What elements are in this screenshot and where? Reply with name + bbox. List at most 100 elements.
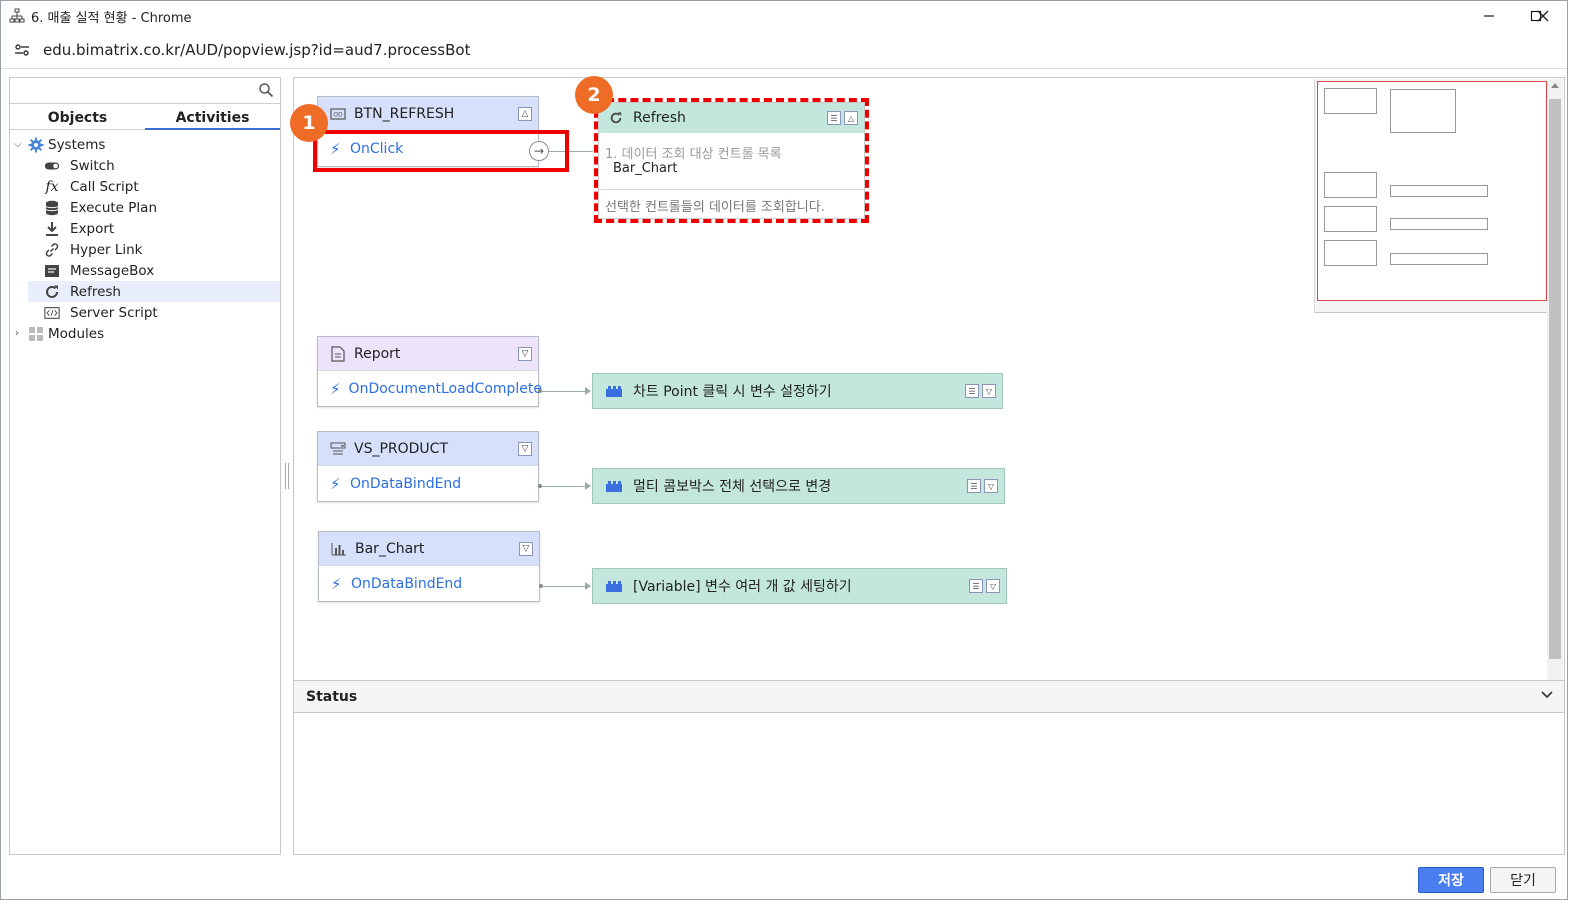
connector-line (541, 391, 587, 392)
message-icon (44, 263, 60, 279)
search-icon[interactable] (258, 82, 274, 98)
grid-icon (28, 326, 44, 342)
node-title: VS_PRODUCT (354, 440, 449, 457)
connector-line (541, 486, 587, 487)
connector-arrow (585, 482, 591, 490)
module-icon (606, 386, 622, 397)
action-label: [Variable] 변수 여러 개 값 세팅하기 (633, 579, 852, 595)
svg-text:OD: OD (333, 111, 343, 118)
address-bar[interactable]: edu.bimatrix.co.kr/AUD/popview.jsp?id=au… (1, 31, 1567, 69)
minimap-node (1390, 89, 1456, 133)
step-badge-2: 2 (575, 76, 613, 114)
site-settings-icon[interactable] (13, 41, 31, 59)
action-chart-point-variable[interactable]: 차트 Point 클릭 시 변수 설정하기 ☰ ▽ (592, 373, 1003, 409)
tree-item-execute-plan[interactable]: Execute Plan (10, 197, 280, 218)
minimize-icon (1484, 15, 1494, 17)
node-header[interactable]: Report ▽ (318, 337, 538, 370)
node-title: Report (354, 345, 401, 362)
tree-item-messagebox[interactable]: MessageBox (10, 260, 280, 281)
tree-item-server-script[interactable]: Server Script (10, 302, 280, 323)
event-ondatabindend[interactable]: ⚡ OnDataBindEnd (318, 465, 538, 501)
tree-item-systems[interactable]: ⌵ Systems (10, 134, 280, 155)
code-icon (44, 305, 60, 321)
event-ondatabindend[interactable]: ⚡ OnDataBindEnd (319, 565, 539, 601)
status-header[interactable]: Status (293, 680, 1565, 713)
refresh-icon (44, 284, 60, 300)
link-icon (44, 242, 60, 258)
canvas-scrollbar-thumb[interactable] (1549, 99, 1561, 659)
lightning-icon: ⚡ (331, 574, 342, 593)
close-button[interactable]: 닫기 (1490, 867, 1556, 893)
activity-search-input[interactable] (10, 78, 280, 104)
window-title: 6. 매출 실적 현황 - Chrome (31, 10, 192, 26)
minimize-button[interactable] (1466, 1, 1512, 31)
combobox-icon (330, 441, 346, 457)
node-header[interactable]: Bar_Chart ▽ (319, 532, 539, 565)
chevron-right-icon[interactable]: › (15, 328, 25, 339)
tree-item-switch[interactable]: Switch (10, 155, 280, 176)
minimap[interactable] (1317, 81, 1547, 301)
minimap-node (1324, 172, 1377, 198)
sitemap-icon (9, 8, 25, 23)
bar-chart-icon (331, 541, 347, 557)
database-icon (44, 200, 60, 216)
module-icon (606, 581, 622, 592)
node-vs-product[interactable]: VS_PRODUCT ▽ ⚡ OnDataBindEnd (317, 431, 539, 502)
download-icon (44, 221, 60, 237)
tree-item-call-script[interactable]: fx Call Script (10, 176, 280, 197)
tab-activities[interactable]: Activities (145, 106, 280, 130)
node-header[interactable]: VS_PRODUCT ▽ (318, 432, 538, 465)
action-label: 차트 Point 클릭 시 변수 설정하기 (633, 384, 832, 400)
list-icon[interactable]: ☰ (969, 579, 983, 593)
node-title: BTN_REFRESH (354, 105, 455, 122)
save-button[interactable]: 저장 (1418, 867, 1484, 893)
left-panel: Objects Activities ⌵ Systems Switch fx C… (9, 77, 281, 855)
tree-item-hyper-link[interactable]: Hyper Link (10, 239, 280, 260)
chevron-down-icon[interactable]: ⌵ (14, 139, 24, 150)
action-multi-combo-select-all[interactable]: 멀티 콤보박스 전체 선택으로 변경 ☰ ▽ (592, 468, 1005, 504)
tree-item-modules[interactable]: › Modules (10, 323, 280, 344)
node-header[interactable]: OD BTN_REFRESH △ (318, 97, 538, 130)
action-variable-set-values[interactable]: [Variable] 변수 여러 개 값 세팅하기 ☰ ▽ (592, 568, 1007, 604)
panel-splitter[interactable] (285, 463, 289, 489)
tree-item-refresh[interactable]: Refresh (28, 281, 280, 302)
chevron-down-icon[interactable]: ▽ (986, 579, 1000, 593)
chevron-down-icon[interactable]: ▽ (518, 441, 532, 456)
list-icon[interactable]: ☰ (965, 384, 979, 398)
chevron-down-icon[interactable]: ▽ (982, 384, 996, 398)
minimap-node (1390, 185, 1488, 197)
event-label: OnDocumentLoadComplete (348, 380, 543, 397)
connector-arrow (585, 387, 591, 395)
status-panel (293, 713, 1565, 855)
chevron-down-icon[interactable]: ▽ (518, 346, 532, 361)
connector-arrow (585, 582, 591, 590)
chevron-down-icon[interactable]: ▽ (984, 479, 998, 493)
fx-icon: fx (45, 178, 59, 195)
lightning-icon: ⚡ (330, 379, 341, 398)
chevron-down-icon[interactable]: ▽ (519, 541, 533, 556)
close-window-icon-wrap[interactable] (1520, 1, 1566, 31)
close-icon (1537, 10, 1549, 22)
module-icon (606, 481, 622, 492)
node-bar-chart[interactable]: Bar_Chart ▽ ⚡ OnDataBindEnd (318, 531, 540, 602)
highlight-box-onclick (313, 130, 569, 172)
step-badge-1: 1 (290, 104, 328, 142)
tab-objects[interactable]: Objects (10, 106, 145, 130)
button-icon: OD (330, 106, 346, 122)
title-bar: 6. 매출 실적 현황 - Chrome (1, 1, 1567, 31)
action-label: 멀티 콤보박스 전체 선택으로 변경 (633, 479, 832, 495)
event-label: OnDataBindEnd (350, 475, 462, 492)
event-ondocumentloadcomplete[interactable]: ⚡ OnDocumentLoadComplete (318, 370, 542, 406)
toggle-icon (44, 158, 60, 174)
document-icon (330, 345, 346, 362)
gear-icon (28, 137, 44, 153)
url-text[interactable]: edu.bimatrix.co.kr/AUD/popview.jsp?id=au… (43, 41, 470, 59)
minimap-node (1390, 218, 1488, 230)
scroll-up-icon[interactable] (1551, 83, 1559, 88)
collapse-icon[interactable]: △ (518, 106, 532, 121)
chevron-down-icon[interactable] (1540, 689, 1554, 704)
node-report[interactable]: Report ▽ ⚡ OnDocumentLoadComplete (317, 336, 542, 407)
list-icon[interactable]: ☰ (967, 479, 981, 493)
tree-item-export[interactable]: Export (10, 218, 280, 239)
status-title: Status (306, 688, 358, 705)
